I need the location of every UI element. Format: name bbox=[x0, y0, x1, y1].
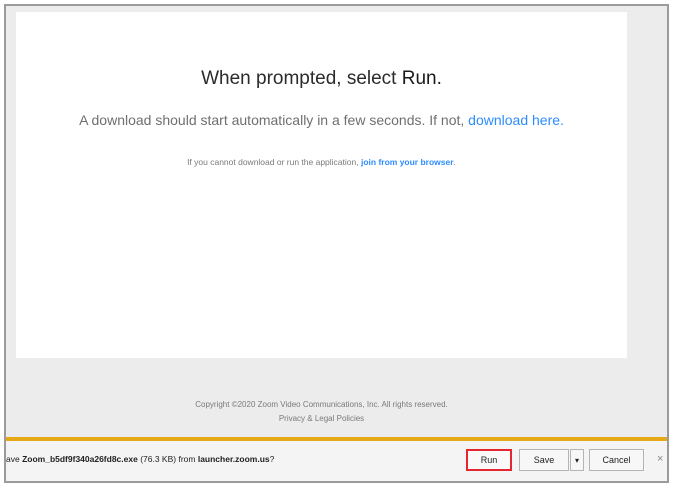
page-title-text: When prompted, select bbox=[201, 68, 402, 89]
browser-join-text: If you cannot download or run the applic… bbox=[187, 157, 361, 167]
page-title-run-word: Run. bbox=[401, 68, 442, 89]
download-size: (76.3 KB) from bbox=[137, 454, 198, 464]
download-source: launcher.zoom.us bbox=[197, 454, 270, 464]
download-filename: Zoom_b5df9f340a26fd8c.exe bbox=[22, 454, 138, 464]
cancel-button[interactable]: Cancel bbox=[589, 449, 644, 471]
page-footer: Copyright ©2020 Zoom Video Communication… bbox=[16, 398, 627, 426]
page-title: When prompted, select Run. bbox=[16, 68, 627, 90]
download-notification-bar: ave Zoom_b5df9f340a26fd8c.exe (76.3 KB) … bbox=[6, 437, 667, 481]
download-prompt: ave Zoom_b5df9f340a26fd8c.exe (76.3 KB) … bbox=[6, 454, 274, 464]
download-prompt-suffix: ? bbox=[269, 454, 275, 464]
browser-join-instruction: If you cannot download or run the applic… bbox=[16, 157, 627, 167]
browser-join-suffix: . bbox=[453, 157, 456, 167]
run-button[interactable]: Run bbox=[466, 449, 512, 471]
browser-window: When prompted, select Run. A download sh… bbox=[4, 4, 669, 483]
download-instruction-text: A download should start automatically in… bbox=[79, 112, 469, 128]
copyright-text: Copyright ©2020 Zoom Video Communication… bbox=[195, 400, 448, 409]
download-here-link[interactable]: download here. bbox=[468, 112, 564, 128]
save-options-dropdown-icon[interactable]: ▾ bbox=[570, 449, 584, 471]
zoom-launch-page: When prompted, select Run. A download sh… bbox=[16, 12, 627, 358]
download-prompt-prefix: ave bbox=[6, 454, 23, 464]
download-instruction: A download should start automatically in… bbox=[16, 112, 627, 128]
privacy-legal-link[interactable]: Privacy & Legal Policies bbox=[16, 412, 627, 426]
close-icon[interactable]: × bbox=[657, 453, 663, 465]
save-button[interactable]: Save bbox=[519, 449, 569, 471]
join-from-browser-link[interactable]: join from your browser bbox=[361, 157, 454, 167]
